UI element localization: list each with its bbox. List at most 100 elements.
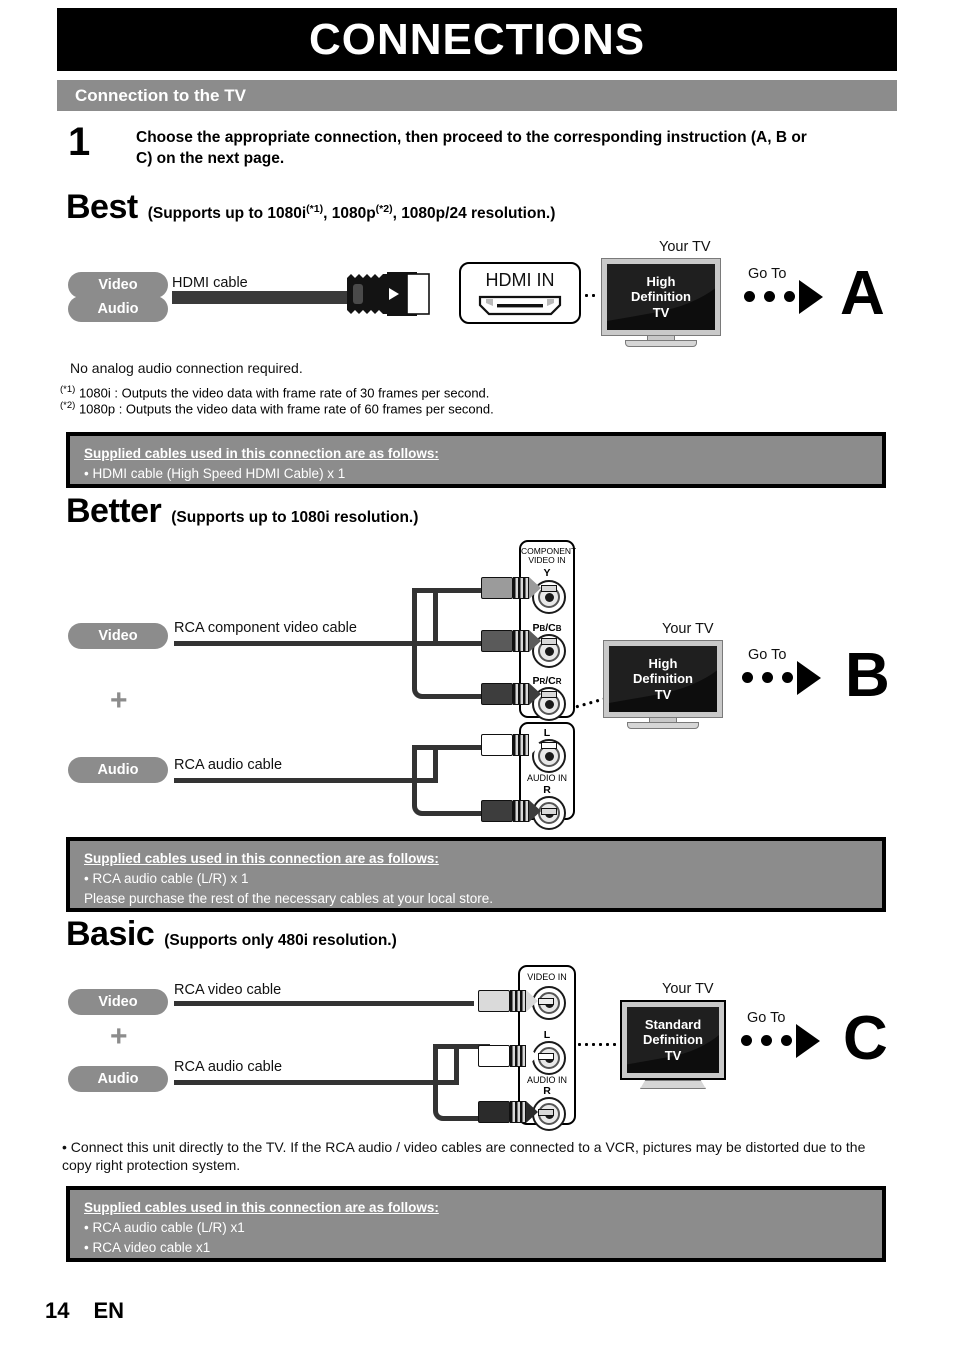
better-tv-base bbox=[627, 722, 699, 729]
dot bbox=[742, 672, 753, 683]
best-heading: Best (Supports up to 1080i(*1), 1080p(*2… bbox=[66, 188, 555, 227]
best-video-pill: Video bbox=[68, 272, 168, 298]
basic-supplied-item-2: • RCA video cable x1 bbox=[84, 1239, 211, 1255]
best-supplied-item-1: • HDMI cable (High Speed HDMI Cable) x 1 bbox=[84, 466, 346, 482]
best-goto-arrow-icon bbox=[799, 280, 823, 314]
better-video-cable-label: RCA component video cable bbox=[174, 620, 357, 636]
basic-audio-pill: Audio bbox=[68, 1066, 168, 1092]
basic-vcr-note: • Connect this unit directly to the TV. … bbox=[62, 1139, 866, 1174]
best-tv-screen: High Definition TV bbox=[607, 264, 715, 330]
basic-audio-branch-top bbox=[433, 1044, 459, 1085]
better-supplied-item-2: Please purchase the rest of the necessar… bbox=[84, 890, 493, 906]
basic-tv-caption: Your TV bbox=[662, 981, 714, 997]
best-dot-connector bbox=[583, 294, 599, 297]
dot bbox=[764, 291, 775, 302]
best-footnote-2: (*2) 1080p : Outputs the video data with… bbox=[60, 400, 494, 417]
better-audio-cable-label: RCA audio cable bbox=[174, 757, 283, 773]
better-target-letter: B bbox=[845, 641, 890, 710]
dot bbox=[762, 672, 773, 683]
dot bbox=[741, 1035, 752, 1046]
better-audio-cable-trunk bbox=[174, 778, 417, 783]
basic-jack-label-l: L bbox=[543, 1029, 551, 1041]
better-video-branch-bottom bbox=[412, 641, 438, 699]
better-grade-subtitle: (Supports up to 1080i resolution.) bbox=[171, 509, 419, 526]
better-plus-sign: + bbox=[110, 684, 128, 717]
basic-jack-label-r: R bbox=[543, 1085, 551, 1097]
basic-heading: Basic (Supports only 480i resolution.) bbox=[66, 915, 397, 954]
rca-plug-pr bbox=[481, 683, 557, 705]
basic-plus-sign: + bbox=[110, 1020, 128, 1053]
basic-grade-label: Basic bbox=[66, 915, 155, 953]
language-code: EN bbox=[93, 1298, 125, 1323]
better-tv-graphic: High Definition TV bbox=[603, 640, 723, 729]
better-tv-screen: High Definition TV bbox=[609, 646, 717, 712]
best-supplied-title: Supplied cables used in this connection … bbox=[84, 446, 439, 461]
better-tv-caption: Your TV bbox=[662, 621, 714, 637]
basic-goto-dots bbox=[741, 1035, 801, 1046]
basic-grade-subtitle: (Supports only 480i resolution.) bbox=[164, 932, 397, 949]
basic-goto-arrow-icon bbox=[796, 1024, 820, 1058]
dot bbox=[781, 1035, 792, 1046]
hdmi-in-label: HDMI IN bbox=[485, 269, 555, 290]
basic-audio-cable-trunk bbox=[174, 1080, 438, 1085]
best-target-letter: A bbox=[840, 259, 885, 328]
basic-supplied-item-1: • RCA audio cable (L/R) x1 bbox=[84, 1220, 245, 1236]
better-supplied-title: Supplied cables used in this connection … bbox=[84, 851, 439, 866]
page-footer: 14 EN bbox=[45, 1298, 124, 1324]
rca-plug-pb bbox=[481, 630, 557, 652]
basic-audio-in-label: AUDIO IN bbox=[526, 1075, 567, 1085]
better-audio-pill: Audio bbox=[68, 757, 168, 783]
step-number: 1 bbox=[68, 120, 91, 164]
best-tv-caption: Your TV bbox=[659, 239, 711, 255]
basic-video-cable-line bbox=[174, 1001, 474, 1006]
better-audio-in-label: AUDIO IN bbox=[526, 773, 567, 783]
best-grade-subtitle: (Supports up to 1080i(*1), 1080p(*2), 10… bbox=[147, 202, 556, 222]
page-title-bar: CONNECTIONS bbox=[57, 8, 897, 71]
basic-goto-label: Go To bbox=[747, 1010, 786, 1026]
rca-plug-audio-l bbox=[481, 734, 557, 756]
page-number: 14 bbox=[45, 1298, 70, 1323]
basic-video-cable-label: RCA video cable bbox=[174, 982, 282, 998]
basic-dot-connector bbox=[576, 1043, 624, 1046]
basic-audio-cable-label: RCA audio cable bbox=[174, 1059, 283, 1075]
basic-video-in-label: VIDEO IN bbox=[527, 972, 567, 982]
best-goto-label: Go To bbox=[748, 266, 787, 282]
better-supplied-item-1: • RCA audio cable (L/R) x 1 bbox=[84, 871, 249, 887]
basic-target-letter: C bbox=[843, 1004, 888, 1073]
hdmi-cable-cord bbox=[172, 291, 350, 304]
dot bbox=[784, 291, 795, 302]
rca-plug-audio-r bbox=[481, 800, 557, 822]
better-grade-label: Better bbox=[66, 492, 162, 530]
basic-rca-plug-video bbox=[478, 990, 554, 1012]
step-instruction: Choose the appropriate connection, then … bbox=[136, 129, 807, 167]
page-title: CONNECTIONS bbox=[308, 14, 646, 64]
dot bbox=[782, 672, 793, 683]
hdmi-in-port: HDMI IN bbox=[459, 262, 581, 324]
basic-tv-graphic: Standard Definition TV bbox=[620, 1000, 726, 1089]
hdmi-cable-label: HDMI cable bbox=[172, 275, 248, 291]
basic-tv-base bbox=[640, 1080, 706, 1089]
better-supplied-cables-box: Supplied cables used in this connection … bbox=[66, 837, 886, 912]
better-goto-dots bbox=[742, 672, 802, 683]
basic-tv-screen: Standard Definition TV bbox=[627, 1007, 719, 1073]
component-panel-title: COMPONENT VIDEO IN bbox=[521, 546, 577, 566]
basic-supplied-cables-box: Supplied cables used in this connection … bbox=[66, 1186, 886, 1262]
better-goto-label: Go To bbox=[748, 647, 787, 663]
dot bbox=[761, 1035, 772, 1046]
basic-supplied-title: Supplied cables used in this connection … bbox=[84, 1200, 439, 1215]
section-header: Connection to the TV bbox=[57, 80, 897, 111]
hdmi-plug-icon bbox=[345, 268, 435, 320]
manual-page: CONNECTIONS Connection to the TV 1 Choos… bbox=[0, 0, 954, 1348]
section-title: Connection to the TV bbox=[75, 85, 246, 105]
better-jack-label-r: R bbox=[543, 784, 551, 796]
best-audio-pill: Audio bbox=[68, 296, 168, 322]
better-video-branch-top bbox=[412, 588, 438, 646]
best-goto-dots bbox=[744, 291, 804, 302]
basic-video-pill: Video bbox=[68, 989, 168, 1015]
hdmi-socket-icon bbox=[478, 295, 562, 315]
dot bbox=[744, 291, 755, 302]
best-grade-label: Best bbox=[66, 188, 138, 226]
rca-plug-y bbox=[481, 577, 557, 599]
better-video-pill: Video bbox=[68, 623, 168, 649]
better-heading: Better (Supports up to 1080i resolution.… bbox=[66, 492, 418, 531]
